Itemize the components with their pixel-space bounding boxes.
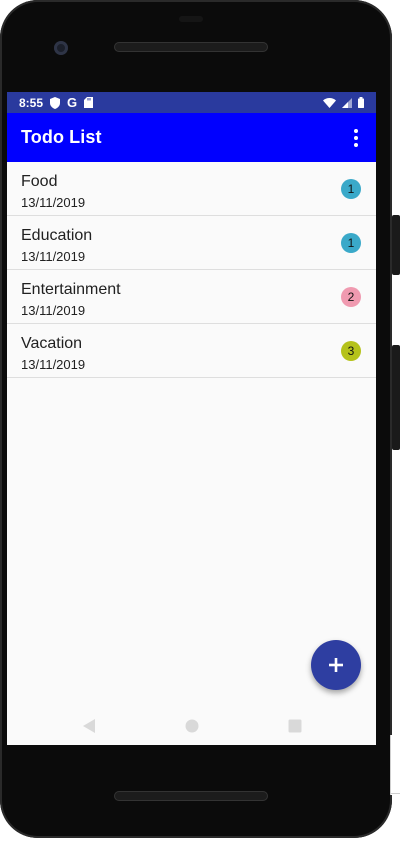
sd-card-icon bbox=[84, 97, 94, 108]
todo-date: 13/11/2019 bbox=[21, 249, 86, 264]
volume-button bbox=[392, 215, 400, 275]
front-camera-icon bbox=[54, 41, 68, 55]
todo-title: Entertainment bbox=[21, 281, 121, 298]
recents-icon bbox=[288, 719, 301, 733]
bottom-speaker bbox=[114, 791, 268, 801]
battery-icon bbox=[358, 97, 364, 108]
google-icon: G bbox=[67, 95, 78, 110]
todo-list-item[interactable]: Entertainment 13/11/2019 2 bbox=[7, 270, 376, 324]
device-screen: 8:55 G Todo List Food 13/11/2019 1 Educa… bbox=[7, 92, 376, 745]
status-time: 8:55 bbox=[19, 95, 44, 110]
home-button[interactable] bbox=[177, 711, 207, 741]
status-bar: 8:55 G bbox=[7, 92, 376, 113]
wifi-icon bbox=[323, 97, 336, 108]
recents-button[interactable] bbox=[280, 711, 310, 741]
add-todo-button[interactable] bbox=[311, 640, 361, 690]
app-title: Todo List bbox=[21, 127, 102, 147]
todo-title: Education bbox=[21, 227, 93, 244]
todo-list-item[interactable]: Education 13/11/2019 1 bbox=[7, 216, 376, 270]
todo-list-item[interactable]: Vacation 13/11/2019 3 bbox=[7, 324, 376, 378]
todo-count-badge: 3 bbox=[341, 341, 361, 361]
todo-list: Food 13/11/2019 1 Education 13/11/2019 1 Enter… bbox=[7, 162, 376, 378]
shield-icon bbox=[50, 96, 61, 109]
todo-date: 13/11/2019 bbox=[21, 303, 86, 318]
back-button[interactable] bbox=[74, 711, 104, 741]
todo-count-badge: 1 bbox=[341, 233, 361, 253]
back-icon bbox=[82, 719, 95, 733]
earpiece-speaker bbox=[114, 42, 268, 52]
todo-date: 13/11/2019 bbox=[21, 195, 86, 210]
background-window-fragment bbox=[390, 735, 400, 795]
phone-frame: 8:55 G Todo List Food 13/11/2019 1 Educa… bbox=[0, 0, 392, 838]
app-bar: Todo List bbox=[7, 113, 376, 162]
power-button bbox=[392, 345, 400, 450]
todo-list-item[interactable]: Food 13/11/2019 1 bbox=[7, 162, 376, 216]
cell-signal-icon bbox=[342, 97, 352, 108]
todo-title: Vacation bbox=[21, 335, 83, 352]
todo-date: 13/11/2019 bbox=[21, 357, 86, 372]
system-nav-bar bbox=[7, 706, 376, 746]
more-vert-icon[interactable] bbox=[349, 126, 363, 150]
todo-title: Food bbox=[21, 173, 58, 190]
plus-icon bbox=[329, 658, 343, 672]
home-icon bbox=[185, 719, 198, 733]
todo-count-badge: 2 bbox=[341, 287, 361, 307]
todo-count-badge: 1 bbox=[341, 179, 361, 199]
proximity-sensor bbox=[179, 16, 203, 22]
